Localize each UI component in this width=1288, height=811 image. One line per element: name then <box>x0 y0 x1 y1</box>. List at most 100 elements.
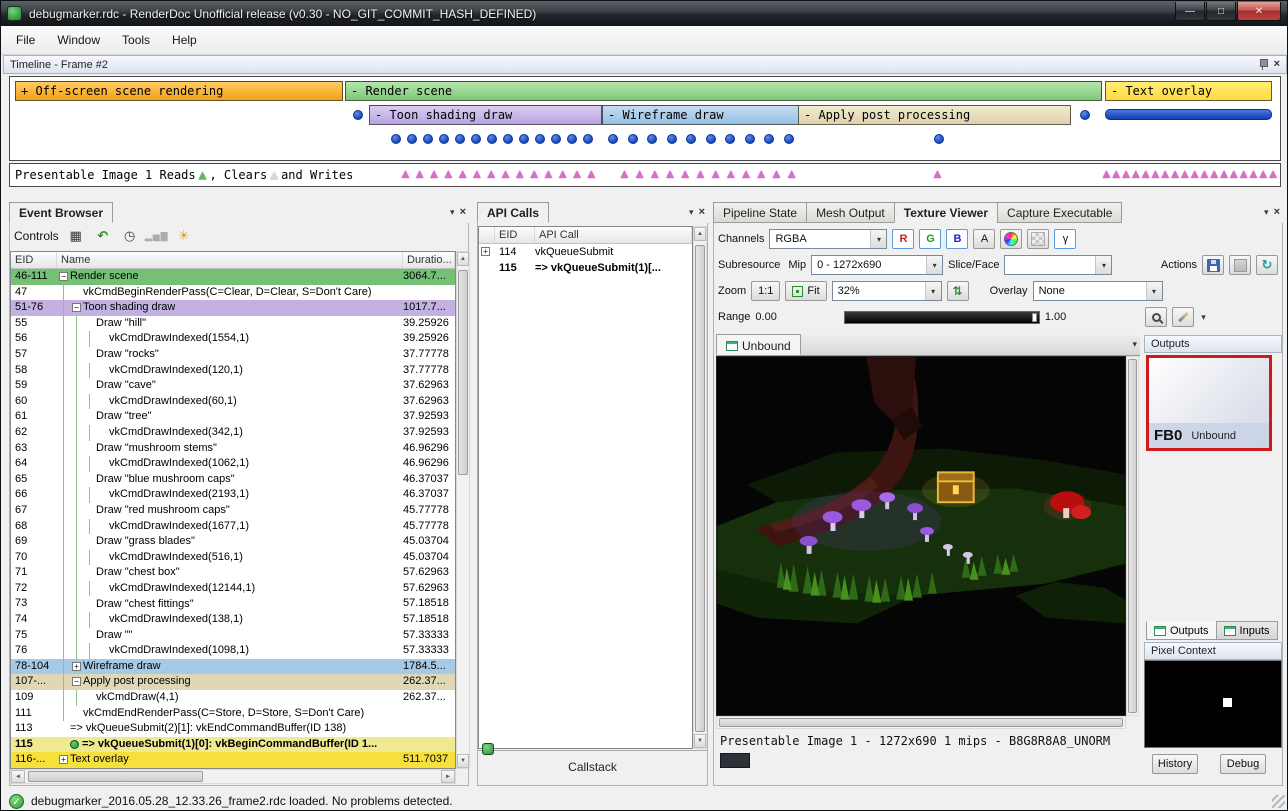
draw-dot[interactable] <box>471 134 481 144</box>
tab-inputs[interactable]: Inputs <box>1216 621 1278 640</box>
checkerboard-button[interactable] <box>1027 229 1049 249</box>
tab-texture-viewer[interactable]: Texture Viewer <box>894 202 998 223</box>
draw-dot[interactable] <box>423 134 433 144</box>
event-row[interactable]: 46-111−Render scene3064.7... <box>11 269 455 285</box>
expand-icon[interactable]: + <box>481 247 490 256</box>
write-marker[interactable]: ▲ <box>740 167 753 181</box>
color-wheel-button[interactable] <box>1000 229 1022 249</box>
mip-select[interactable]: 0 - 1272x690 ▾ <box>811 255 943 275</box>
callstack-section[interactable]: Callstack <box>478 750 707 784</box>
timeline-bar-offscreen[interactable]: + Off-screen scene rendering <box>15 81 343 101</box>
scrollbar-thumb[interactable] <box>695 245 705 732</box>
title-bar[interactable]: debugmarker.rdc - RenderDoc Unofficial r… <box>1 1 1287 26</box>
resize-grip[interactable] <box>1272 795 1285 808</box>
column-duration[interactable]: Duratio... <box>403 252 455 268</box>
zoom-percent-input[interactable]: 32% ▾ <box>832 281 942 301</box>
write-marker[interactable]: ▲ <box>571 167 584 181</box>
draw-dot[interactable] <box>503 134 513 144</box>
event-row[interactable]: 72vkCmdDrawIndexed(12144,1)57.62963 <box>11 581 455 597</box>
browse-icon[interactable]: ▦ <box>66 226 86 246</box>
write-marker[interactable]: ▲ <box>1267 167 1280 181</box>
event-row[interactable]: 75Draw ""57.33333 <box>11 628 455 644</box>
write-marker[interactable]: ▲ <box>694 167 707 181</box>
event-row[interactable]: 60vkCmdDrawIndexed(60,1)37.62963 <box>11 394 455 410</box>
write-marker[interactable]: ▲ <box>709 167 722 181</box>
event-row[interactable]: 67Draw "red mushroom caps"45.77778 <box>11 503 455 519</box>
slice-face-select[interactable]: ▾ <box>1004 255 1112 275</box>
draw-dot[interactable] <box>567 134 577 144</box>
write-marker[interactable]: ▲ <box>664 167 677 181</box>
scroll-up-icon[interactable]: ▲ <box>457 252 469 266</box>
draw-dot[interactable] <box>647 134 657 144</box>
close-icon[interactable]: × <box>1274 59 1280 70</box>
event-row[interactable]: 64vkCmdDrawIndexed(1062,1)46.96296 <box>11 456 455 472</box>
event-row[interactable]: 69Draw "grass blades"45.03704 <box>11 534 455 550</box>
column-name[interactable]: Name <box>57 252 403 268</box>
draw-dot[interactable] <box>667 134 677 144</box>
scroll-down-icon[interactable]: ▼ <box>457 754 469 768</box>
channel-green-button[interactable]: G <box>919 229 941 249</box>
refresh-button[interactable]: ↻ <box>1256 255 1278 275</box>
write-marker[interactable]: ▲ <box>456 167 469 181</box>
timeline-bar-render-scene[interactable]: - Render scene <box>345 81 1102 101</box>
debug-button[interactable]: Debug <box>1220 754 1266 774</box>
menu-tools[interactable]: Tools <box>111 28 161 52</box>
event-row[interactable]: 68vkCmdDrawIndexed(1677,1)45.77778 <box>11 519 455 535</box>
tab-outputs[interactable]: Outputs <box>1146 621 1217 640</box>
api-calls-columns[interactable]: EID API Call <box>479 227 692 244</box>
write-marker[interactable]: ▲ <box>679 167 692 181</box>
write-marker[interactable]: ▲ <box>633 167 646 181</box>
toolbar-overflow-icon[interactable]: ▾ <box>1201 313 1206 322</box>
timeline-bar-text-overlay[interactable]: - Text overlay <box>1105 81 1272 101</box>
expand-icon[interactable]: + <box>72 662 81 671</box>
maximize-button[interactable]: □ <box>1206 2 1236 21</box>
event-browser-vscrollbar[interactable]: ▲ ▼ <box>456 251 470 769</box>
channels-select[interactable]: RGBA ▾ <box>769 229 887 249</box>
autofit-range-button[interactable] <box>1172 307 1194 327</box>
flip-y-button[interactable]: ⇅ <box>947 281 969 301</box>
timeline-bar-wireframe[interactable]: - Wireframe draw <box>602 105 804 125</box>
event-row[interactable]: 47vkCmdBeginRenderPass(C=Clear, D=Clear,… <box>11 285 455 301</box>
draw-dot[interactable] <box>725 134 735 144</box>
event-browser-columns[interactable]: EID Name Duratio... <box>11 252 455 269</box>
event-row[interactable]: 58vkCmdDrawIndexed(120,1)37.77778 <box>11 363 455 379</box>
event-row[interactable]: 78-104+Wireframe draw1784.5... <box>11 659 455 675</box>
timeline-bar-toon-shading[interactable]: - Toon shading draw <box>369 105 602 125</box>
channel-red-button[interactable]: R <box>892 229 914 249</box>
event-row[interactable]: 71Draw "chest box"57.62963 <box>11 565 455 581</box>
timeline-bar-post-process[interactable]: - Apply post processing <box>798 105 1071 125</box>
event-row[interactable]: 65Draw "blue mushroom caps"46.37037 <box>11 472 455 488</box>
range-slider-thumb[interactable] <box>1032 313 1037 322</box>
collapse-icon[interactable]: − <box>72 677 81 686</box>
history-button[interactable]: History <box>1152 754 1198 774</box>
column-eid[interactable]: EID <box>495 227 535 243</box>
tab-current-texture[interactable]: Unbound <box>716 334 801 355</box>
draw-dot[interactable] <box>764 134 774 144</box>
write-marker[interactable]: ▲ <box>785 167 798 181</box>
write-marker[interactable]: ▲ <box>499 167 512 181</box>
draw-dot[interactable] <box>551 134 561 144</box>
stats-icon[interactable]: ▂▅▇ <box>147 226 167 246</box>
pin-icon[interactable] <box>1258 58 1268 71</box>
close-icon[interactable]: × <box>1274 207 1280 218</box>
event-row[interactable]: 111vkCmdEndRenderPass(C=Store, D=Store, … <box>11 706 455 722</box>
write-marker[interactable]: ▲ <box>931 167 944 181</box>
event-row[interactable]: 113=> vkQueueSubmit(2)[1]: vkEndCommandB… <box>11 721 455 737</box>
minimize-button[interactable]: — <box>1175 2 1205 21</box>
pixel-picker-button[interactable] <box>1145 307 1167 327</box>
scrollbar-thumb[interactable] <box>719 718 1123 727</box>
texture-display[interactable] <box>716 356 1126 716</box>
channel-alpha-button[interactable]: A <box>973 229 995 249</box>
chevron-down-icon[interactable]: ▾ <box>1132 340 1137 349</box>
event-row[interactable]: 61Draw "tree"37.92593 <box>11 409 455 425</box>
menu-help[interactable]: Help <box>161 28 208 52</box>
timeline-canvas[interactable]: + Off-screen scene rendering- Render sce… <box>9 76 1281 161</box>
draw-dot[interactable] <box>1080 110 1090 120</box>
gamma-button[interactable]: γ <box>1054 229 1076 249</box>
tab-mesh-output[interactable]: Mesh Output <box>806 202 895 223</box>
draw-dot[interactable] <box>784 134 794 144</box>
channel-blue-button[interactable]: B <box>946 229 968 249</box>
expand-icon[interactable]: + <box>59 755 68 764</box>
chevron-down-icon[interactable]: ▾ <box>689 208 694 217</box>
write-marker[interactable]: ▲ <box>585 167 598 181</box>
